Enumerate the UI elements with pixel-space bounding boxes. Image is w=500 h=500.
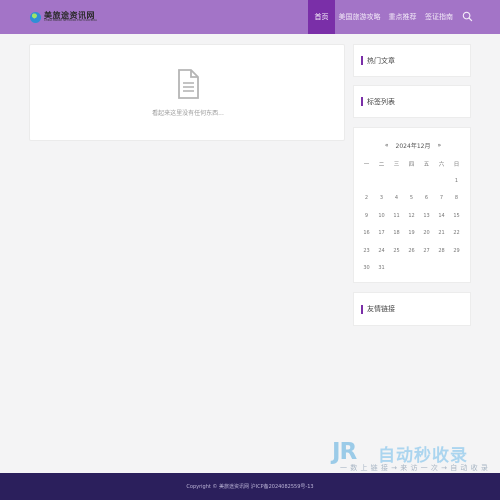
calendar-day[interactable]: 4	[389, 190, 404, 207]
calendar-day[interactable]: 1	[449, 172, 464, 189]
calendar-day[interactable]: 26	[404, 242, 419, 259]
site-logo[interactable]: 美旅途资讯网 CHINA BRAND NETWORK ENCYCLOPEDIA	[30, 9, 97, 25]
calendar-empty-cell	[434, 259, 449, 276]
calendar-day[interactable]: 7	[434, 190, 449, 207]
calendar-empty-cell	[449, 259, 464, 276]
calendar-empty-cell	[434, 172, 449, 189]
logo-subtitle: CHINA BRAND NETWORK ENCYCLOPEDIA	[44, 19, 97, 23]
calendar-weekday: 四	[408, 161, 415, 168]
calendar-empty-cell	[374, 172, 389, 189]
calendar-weekday: 日	[453, 161, 460, 168]
calendar-day[interactable]: 23	[359, 242, 374, 259]
calendar-day[interactable]: 9	[359, 207, 374, 224]
widget-title-friend-links: 友情链接	[361, 293, 395, 325]
calendar-day[interactable]: 12	[404, 207, 419, 224]
calendar-day[interactable]: 13	[419, 207, 434, 224]
nav-item-us-travel-guide[interactable]: 美国旅游攻略	[337, 0, 382, 34]
widget-hot-articles: 热门文章	[353, 44, 471, 77]
calendar-day[interactable]: 28	[434, 242, 449, 259]
calendar-empty-cell	[389, 259, 404, 276]
calendar-day[interactable]: 10	[374, 207, 389, 224]
nav-item-home[interactable]: 首页	[308, 0, 335, 34]
empty-content-panel: 看起来这里没有任何东西...	[29, 44, 345, 141]
calendar-day[interactable]: 14	[434, 207, 449, 224]
calendar-day[interactable]: 31	[374, 259, 389, 276]
calendar-empty-cell	[419, 259, 434, 276]
prev-month-button[interactable]: «	[385, 142, 389, 149]
calendar-weekday: 二	[378, 161, 385, 168]
watermark: JR 自动秒收录 一 数 上 链 接 → 来 访 一 次 → 自 动 收 录 一	[330, 437, 490, 482]
calendar-day[interactable]: 3	[374, 190, 389, 207]
widget-title-tag-list: 标签列表	[361, 86, 395, 117]
calendar-day[interactable]: 24	[374, 242, 389, 259]
document-icon	[178, 69, 199, 99]
next-month-button[interactable]: »	[437, 142, 441, 149]
calendar-day[interactable]: 17	[374, 225, 389, 242]
calendar-day[interactable]: 29	[449, 242, 464, 259]
calendar-month-label: 2024年12月	[395, 143, 431, 150]
calendar-weekday: 三	[393, 161, 400, 168]
nav-item-recommended[interactable]: 重点推荐	[385, 0, 420, 34]
calendar-empty-cell	[419, 172, 434, 189]
calendar-day[interactable]: 20	[419, 225, 434, 242]
calendar-day[interactable]: 5	[404, 190, 419, 207]
widget-friend-links: 友情链接	[353, 292, 471, 326]
calendar-header: « 2024年12月 »	[354, 141, 472, 150]
calendar-day[interactable]: 27	[419, 242, 434, 259]
calendar-day[interactable]: 8	[449, 190, 464, 207]
top-navigation-bar: 美旅途资讯网 CHINA BRAND NETWORK ENCYCLOPEDIA …	[0, 0, 500, 34]
calendar-day[interactable]: 18	[389, 225, 404, 242]
calendar-empty-cell	[389, 172, 404, 189]
nav-item-visa-guide[interactable]: 签证指南	[423, 0, 455, 34]
calendar-day[interactable]: 25	[389, 242, 404, 259]
watermark-logo: JR	[332, 439, 357, 465]
search-icon[interactable]	[462, 11, 473, 22]
footer-copyright: Copyright © 美旅途资讯网 沪ICP备2024082559号-13	[186, 484, 314, 490]
globe-icon	[30, 11, 41, 23]
calendar-weekday: 六	[438, 161, 445, 168]
calendar-day[interactable]: 21	[434, 225, 449, 242]
calendar-weekday: 一	[363, 161, 370, 168]
calendar-day[interactable]: 30	[359, 259, 374, 276]
calendar-weekday: 五	[423, 161, 430, 168]
calendar-day[interactable]: 16	[359, 225, 374, 242]
empty-message: 看起来这里没有任何东西...	[152, 110, 224, 117]
calendar-day[interactable]: 22	[449, 225, 464, 242]
widget-tag-list: 标签列表	[353, 85, 471, 118]
calendar-day[interactable]: 15	[449, 207, 464, 224]
widget-title-hot-articles: 热门文章	[361, 45, 395, 76]
calendar-empty-cell	[404, 172, 419, 189]
calendar-empty-cell	[404, 259, 419, 276]
calendar-empty-cell	[359, 172, 374, 189]
widget-calendar: « 2024年12月 » 一二三四五六日 1 2 3 4 5 6 7 8 9 10 11 12 13 14 1…	[353, 127, 471, 283]
logo-title: 美旅途资讯网	[44, 10, 95, 21]
calendar-day[interactable]: 11	[389, 207, 404, 224]
footer: Copyright © 美旅途资讯网 沪ICP备2024082559号-13	[0, 473, 500, 500]
calendar-day[interactable]: 6	[419, 190, 434, 207]
calendar-day[interactable]: 2	[359, 190, 374, 207]
calendar-grid: 一二三四五六日 1 2 3 4 5 6 7 8 9 10 11 12 13 14 15 16 17 18 19 20 21…	[359, 155, 467, 277]
calendar-day[interactable]: 19	[404, 225, 419, 242]
